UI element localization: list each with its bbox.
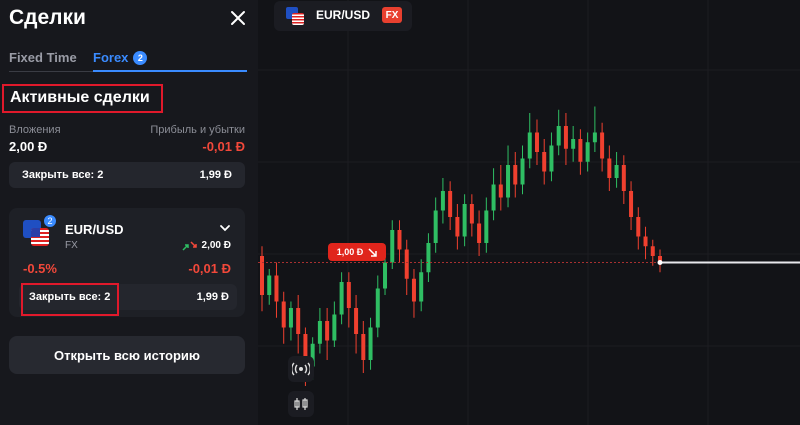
candle-body (404, 249, 409, 279)
eur-usd-flag-icon (286, 7, 304, 25)
candle-body (426, 243, 431, 273)
eur-usd-flag-icon: 2 (23, 214, 57, 246)
pair-selector[interactable]: EUR/USD FX (274, 1, 412, 31)
candle-body (506, 165, 511, 198)
close-all-label: Закрыть все: 2 (22, 169, 104, 181)
pair-name: EUR/USD (316, 8, 371, 22)
deals-panel: Сделки Fixed Time Forex 2 Активные сделк… (0, 0, 258, 425)
deal-card[interactable]: 2 EUR/USD FX 2,00 Đ -0.5% -0,01 Đ Закрыт… (9, 208, 245, 317)
candle-body (556, 126, 561, 146)
candle-body (390, 230, 395, 263)
candle-body (281, 301, 286, 328)
chart-area[interactable] (258, 0, 800, 425)
candle-body (592, 132, 597, 143)
candle-body (614, 165, 619, 178)
candle-body (621, 165, 626, 191)
candle-body (433, 210, 438, 243)
tabs-bar: Fixed Time Forex 2 (9, 46, 247, 72)
candle-body (484, 210, 489, 243)
investments-label: Вложения (9, 124, 61, 136)
position-price-tag[interactable]: 1,00 Đ (328, 243, 386, 261)
candle-body (469, 204, 474, 224)
broadcast-icon (292, 362, 310, 376)
signals-tool-button[interactable] (288, 356, 314, 382)
close-all-button[interactable]: Закрыть все: 2 1,99 Đ (9, 162, 245, 188)
close-icon[interactable] (229, 9, 247, 27)
candle-body (354, 308, 359, 334)
candle-body (462, 204, 467, 237)
candle-body (419, 272, 424, 302)
deal-amount: 2,00 Đ (182, 240, 231, 251)
deal-count-badge: 2 (43, 214, 57, 228)
candle-body (629, 191, 634, 217)
candle-body (339, 282, 344, 315)
candle-body (288, 308, 293, 328)
candle-body (375, 288, 380, 328)
chevron-down-icon[interactable] (219, 222, 231, 234)
candle-body (571, 139, 576, 149)
candle-body (542, 152, 547, 172)
candle-body (607, 158, 612, 178)
candle-body (636, 217, 641, 237)
investments-value: 2,00 Đ (9, 139, 48, 154)
candle-body (585, 142, 590, 162)
deal-amount-value: 2,00 Đ (201, 240, 231, 251)
candle-body (325, 321, 330, 341)
deal-percent: -0.5% (23, 261, 57, 276)
deal-close-value: 1,99 Đ (196, 291, 229, 303)
candle-body (477, 223, 482, 243)
candle-body (643, 236, 648, 247)
chart-type-tool-button[interactable] (288, 391, 314, 417)
deal-pair: EUR/USD (65, 222, 124, 237)
candle-body (296, 308, 301, 334)
candle-body (549, 145, 554, 172)
deal-market: FX (65, 240, 78, 251)
candle-body (520, 158, 525, 185)
candle-body (448, 191, 453, 217)
close-all-value: 1,99 Đ (199, 169, 232, 181)
deal-pnl: -0,01 Đ (188, 261, 231, 276)
deal-close-all-button[interactable]: Закрыть все: 2 1,99 Đ (19, 284, 237, 310)
candle-body (274, 275, 279, 302)
candle-body (411, 278, 416, 302)
candle-body (383, 262, 388, 289)
deal-close-label: Закрыть все: 2 (29, 291, 111, 303)
candle-body (440, 191, 445, 211)
open-history-button[interactable]: Открыть всю историю (9, 336, 245, 374)
price-tag-value: 1,00 Đ (336, 247, 364, 257)
tab-underline (93, 70, 247, 72)
market-badge: FX (382, 7, 402, 23)
tab-forex-label: Forex (93, 50, 129, 65)
candle-body (578, 139, 583, 162)
candle-body (346, 282, 351, 308)
tab-forex-badge: 2 (133, 50, 148, 65)
candle-body (534, 132, 539, 152)
candle-body (260, 256, 264, 295)
arrow-down-right-icon (368, 247, 378, 257)
candle-body (513, 165, 518, 185)
candle-body (361, 334, 366, 360)
candle-body (332, 314, 337, 341)
candle-body (491, 184, 496, 211)
current-price-dot (657, 260, 663, 265)
candlestick-chart[interactable] (258, 0, 800, 425)
candle-body (527, 132, 532, 159)
tab-fixed-time[interactable]: Fixed Time (9, 50, 77, 65)
candle-body (563, 126, 568, 149)
candle-body (455, 217, 460, 237)
candle-body (317, 321, 322, 344)
candle-body (267, 275, 272, 295)
up-down-arrows-icon (182, 240, 197, 251)
candle-body (397, 230, 402, 250)
pnl-value: -0,01 Đ (202, 139, 245, 154)
candle-body (650, 246, 655, 256)
panel-title: Сделки (9, 6, 86, 29)
candle-body (600, 132, 605, 159)
tab-forex[interactable]: Forex 2 (93, 50, 148, 65)
candles-icon (294, 398, 308, 410)
candle-body (498, 184, 503, 198)
active-deals-heading: Активные сделки (2, 84, 163, 113)
candle-body (368, 327, 373, 360)
pnl-label: Прибыль и убытки (150, 124, 245, 136)
